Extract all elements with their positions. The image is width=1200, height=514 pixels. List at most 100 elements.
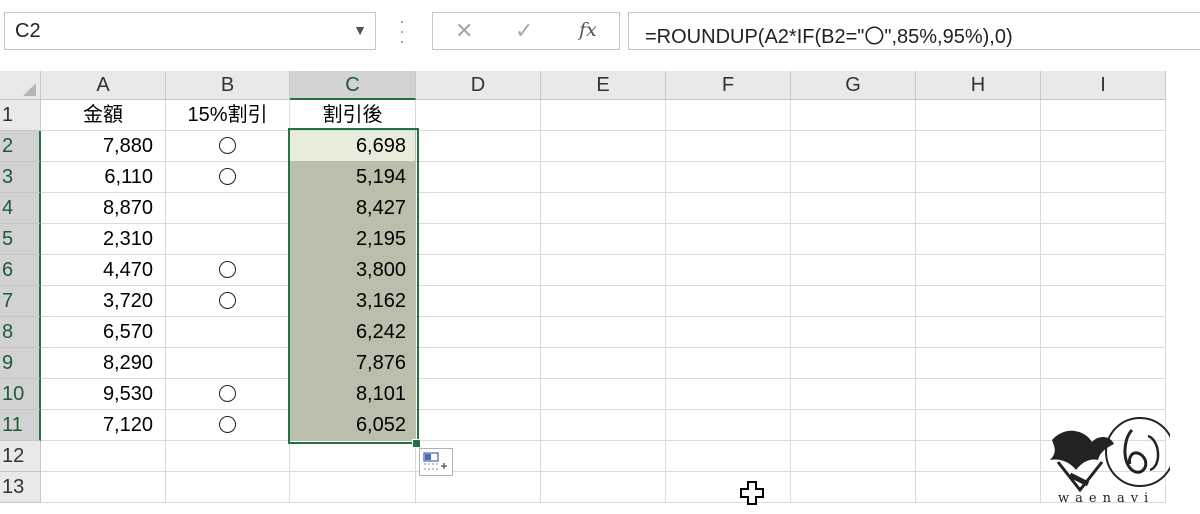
row-header-5[interactable]: 5	[0, 224, 41, 255]
cell-f5[interactable]	[666, 224, 791, 255]
enter-icon[interactable]: ✓	[515, 18, 533, 44]
cell-e12[interactable]	[541, 441, 666, 472]
cell-g2[interactable]	[791, 131, 916, 162]
cell-a13[interactable]	[41, 472, 166, 503]
cell-g13[interactable]	[791, 472, 916, 503]
cell-e6[interactable]	[541, 255, 666, 286]
cell-e2[interactable]	[541, 131, 666, 162]
cell-e1[interactable]	[541, 100, 666, 131]
cell-i4[interactable]	[1041, 193, 1166, 224]
cell-a10[interactable]: 9,530	[41, 379, 166, 410]
cell-i1[interactable]	[1041, 100, 1166, 131]
cell-h3[interactable]	[916, 162, 1041, 193]
cell-a3[interactable]: 6,110	[41, 162, 166, 193]
cell-f4[interactable]	[666, 193, 791, 224]
drag-handle-icon[interactable]: · · ·	[399, 12, 405, 50]
row-header-3[interactable]: 3	[0, 162, 41, 193]
cell-c6[interactable]: 3,800	[290, 255, 416, 286]
cell-c12[interactable]	[290, 441, 416, 472]
cell-d8[interactable]	[416, 317, 541, 348]
row-header-7[interactable]: 7	[0, 286, 41, 317]
quick-analysis-icon[interactable]	[419, 448, 453, 476]
cell-d2[interactable]	[416, 131, 541, 162]
insert-function-icon[interactable]: fx	[579, 19, 597, 41]
row-header-2[interactable]: 2	[0, 131, 41, 162]
cell-h13[interactable]	[916, 472, 1041, 503]
column-header-a[interactable]: A	[41, 71, 166, 100]
cell-b10[interactable]	[166, 379, 290, 410]
cell-d5[interactable]	[416, 224, 541, 255]
column-header-d[interactable]: D	[416, 71, 541, 100]
cell-f6[interactable]	[666, 255, 791, 286]
cell-a5[interactable]: 2,310	[41, 224, 166, 255]
cell-f11[interactable]	[666, 410, 791, 441]
cell-h2[interactable]	[916, 131, 1041, 162]
cell-i5[interactable]	[1041, 224, 1166, 255]
cell-h5[interactable]	[916, 224, 1041, 255]
select-all-button[interactable]	[0, 71, 41, 100]
cell-g1[interactable]	[791, 100, 916, 131]
cell-f13[interactable]	[666, 472, 791, 503]
cell-h4[interactable]	[916, 193, 1041, 224]
cell-e13[interactable]	[541, 472, 666, 503]
row-header-13[interactable]: 13	[0, 472, 41, 503]
cell-e9[interactable]	[541, 348, 666, 379]
name-box[interactable]: C2 ▼	[4, 12, 376, 50]
worksheet-grid[interactable]: ABCDEFGHI 1 2 3 4 5 6 7 8 9 10 11 12 13 金額 15%割引 割引後 7,…	[0, 71, 1200, 514]
cell-d10[interactable]	[416, 379, 541, 410]
cell-d3[interactable]	[416, 162, 541, 193]
cell-f2[interactable]	[666, 131, 791, 162]
cell-b12[interactable]	[166, 441, 290, 472]
cell-i7[interactable]	[1041, 286, 1166, 317]
cell-e11[interactable]	[541, 410, 666, 441]
cell-a12[interactable]	[41, 441, 166, 472]
cell-a9[interactable]: 8,290	[41, 348, 166, 379]
cell-g8[interactable]	[791, 317, 916, 348]
cell-i6[interactable]	[1041, 255, 1166, 286]
cancel-icon[interactable]: ✕	[455, 18, 473, 44]
cell-e7[interactable]	[541, 286, 666, 317]
row-header-8[interactable]: 8	[0, 317, 41, 348]
cell-g10[interactable]	[791, 379, 916, 410]
column-header-h[interactable]: H	[916, 71, 1041, 100]
cell-d13[interactable]	[416, 472, 541, 503]
formula-input[interactable]: =ROUNDUP(A2*IF(B2="〇",85%,95%),0)	[628, 12, 1200, 50]
cell-f9[interactable]	[666, 348, 791, 379]
cell-a6[interactable]: 4,470	[41, 255, 166, 286]
cell-e10[interactable]	[541, 379, 666, 410]
cell-c8[interactable]: 6,242	[290, 317, 416, 348]
cell-h8[interactable]	[916, 317, 1041, 348]
column-header-e[interactable]: E	[541, 71, 666, 100]
row-header-4[interactable]: 4	[0, 193, 41, 224]
cell-c2[interactable]: 6,698	[290, 131, 416, 162]
cell-b3[interactable]	[166, 162, 290, 193]
cell-f1[interactable]	[666, 100, 791, 131]
cell-b9[interactable]	[166, 348, 290, 379]
cell-a4[interactable]: 8,870	[41, 193, 166, 224]
cell-b11[interactable]	[166, 410, 290, 441]
cell-e4[interactable]	[541, 193, 666, 224]
cell-h7[interactable]	[916, 286, 1041, 317]
formula-text[interactable]: =ROUNDUP(A2*IF(B2="〇",85%,95%),0)	[645, 20, 1013, 49]
cell-d11[interactable]	[416, 410, 541, 441]
cell-d7[interactable]	[416, 286, 541, 317]
cell-b7[interactable]	[166, 286, 290, 317]
column-header-f[interactable]: F	[666, 71, 791, 100]
cell-f7[interactable]	[666, 286, 791, 317]
cell-h9[interactable]	[916, 348, 1041, 379]
cell-d1[interactable]	[416, 100, 541, 131]
row-header-10[interactable]: 10	[0, 379, 41, 410]
cell-h1[interactable]	[916, 100, 1041, 131]
column-header-g[interactable]: G	[791, 71, 916, 100]
row-header-6[interactable]: 6	[0, 255, 41, 286]
column-header-i[interactable]: I	[1041, 71, 1166, 100]
name-box-value[interactable]: C2	[15, 20, 41, 43]
cell-h6[interactable]	[916, 255, 1041, 286]
row-header-9[interactable]: 9	[0, 348, 41, 379]
cell-f10[interactable]	[666, 379, 791, 410]
cell-g5[interactable]	[791, 224, 916, 255]
cell-c13[interactable]	[290, 472, 416, 503]
column-header-b[interactable]: B	[166, 71, 290, 100]
cell-b13[interactable]	[166, 472, 290, 503]
cell-c9[interactable]: 7,876	[290, 348, 416, 379]
